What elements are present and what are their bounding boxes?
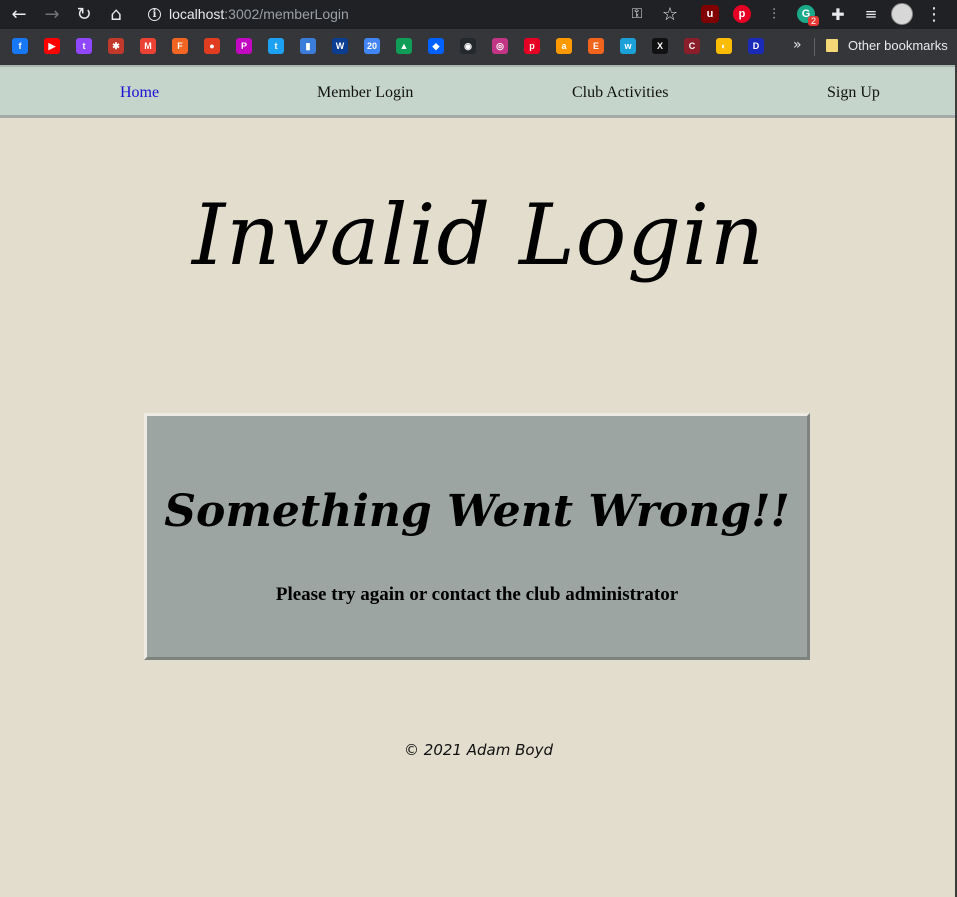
bookmarks-divider bbox=[814, 38, 815, 56]
weather-channel-icon[interactable]: W bbox=[332, 38, 348, 54]
footer-copyright: © 2021 Adam Boyd bbox=[404, 741, 553, 759]
url-text: localhost:3002/memberLogin bbox=[169, 6, 349, 22]
forward-arrow-icon[interactable]: → bbox=[41, 3, 63, 25]
other-bookmarks-label: Other bookmarks bbox=[848, 38, 948, 53]
comic-icon[interactable]: ✱ bbox=[108, 38, 124, 54]
key-icon[interactable]: ⚿ bbox=[626, 3, 648, 25]
amazon-icon[interactable]: a bbox=[556, 38, 572, 54]
more-bookmarks-icon[interactable]: » bbox=[793, 37, 802, 53]
nav-club-activities-link[interactable]: Club Activities bbox=[572, 84, 668, 102]
media-queue-icon[interactable]: ≡ bbox=[860, 3, 882, 25]
github-icon[interactable]: ◉ bbox=[460, 38, 476, 54]
error-heading: Something Went Wrong!! bbox=[164, 486, 790, 537]
disney-icon[interactable]: D bbox=[748, 38, 764, 54]
twitter-icon[interactable]: t bbox=[268, 38, 284, 54]
youtube-icon[interactable]: ▶ bbox=[44, 38, 60, 54]
fandango-icon[interactable]: F bbox=[172, 38, 188, 54]
page-title: Invalid Login bbox=[191, 186, 766, 284]
reload-icon[interactable]: ↻ bbox=[73, 3, 95, 25]
ublock-icon[interactable]: u bbox=[701, 5, 719, 23]
etsy-icon[interactable]: E bbox=[588, 38, 604, 54]
url-path: :3002/memberLogin bbox=[224, 6, 349, 22]
x-icon[interactable]: X bbox=[652, 38, 668, 54]
flag-icon[interactable]: ▮ bbox=[300, 38, 316, 54]
dropbox-icon[interactable]: ◆ bbox=[428, 38, 444, 54]
url-host: localhost bbox=[169, 6, 225, 22]
browser-toolbar: ← → ↻ ⌂ i localhost:3002/memberLogin ⚿ ☆… bbox=[0, 0, 957, 29]
star-bookmark-icon[interactable]: ☆ bbox=[659, 3, 681, 25]
bookmarks-bar: f ▶ t ✱ M F ● Pt ▮ W 20 ▲ ◆ ◉ ◎ p a Ew X C ◐ D » Other bookma… bbox=[0, 29, 957, 65]
site-navbar: Home Member Login Club Activities Sign U… bbox=[0, 65, 957, 118]
twitch-icon[interactable]: t bbox=[76, 38, 92, 54]
back-arrow-icon[interactable]: ← bbox=[8, 3, 30, 25]
address-bar[interactable]: i localhost:3002/memberLogin bbox=[140, 2, 688, 26]
picsart-icon[interactable]: P bbox=[236, 38, 252, 54]
extensions-puzzle-icon[interactable]: ✚ bbox=[827, 3, 849, 25]
nav-member-login-link[interactable]: Member Login bbox=[317, 84, 413, 102]
google-drive-icon[interactable]: ▲ bbox=[396, 38, 412, 54]
calendar-icon[interactable]: 20 bbox=[364, 38, 380, 54]
chrome-icon[interactable]: ◐ bbox=[716, 38, 732, 54]
error-panel: Something Went Wrong!! Please try again … bbox=[144, 413, 810, 660]
other-bookmarks-folder[interactable]: Other bookmarks bbox=[826, 38, 948, 53]
profile-avatar[interactable] bbox=[891, 3, 913, 25]
equalizer-icon[interactable]: ⫶ bbox=[763, 3, 785, 25]
gmail-icon[interactable]: M bbox=[140, 38, 156, 54]
nav-home-link[interactable]: Home bbox=[120, 84, 159, 102]
nav-sign-up-link[interactable]: Sign Up bbox=[827, 84, 880, 102]
extension-badge: 2 bbox=[808, 16, 820, 26]
wattpad-icon[interactable]: w bbox=[620, 38, 636, 54]
instagram-icon[interactable]: ◎ bbox=[492, 38, 508, 54]
home-icon[interactable]: ⌂ bbox=[105, 3, 127, 25]
tomato-icon[interactable]: ● bbox=[204, 38, 220, 54]
site-info-icon[interactable]: i bbox=[148, 7, 161, 21]
pinterest-icon[interactable]: p bbox=[524, 38, 540, 54]
folder-icon bbox=[826, 39, 838, 52]
pinterest-extension-icon[interactable]: p bbox=[733, 5, 751, 23]
codecademy-icon[interactable]: C bbox=[684, 38, 700, 54]
menu-dots-icon[interactable]: ⋮ bbox=[923, 3, 945, 25]
facebook-icon[interactable]: f bbox=[12, 38, 28, 54]
error-message: Please try again or contact the club adm… bbox=[275, 584, 679, 605]
